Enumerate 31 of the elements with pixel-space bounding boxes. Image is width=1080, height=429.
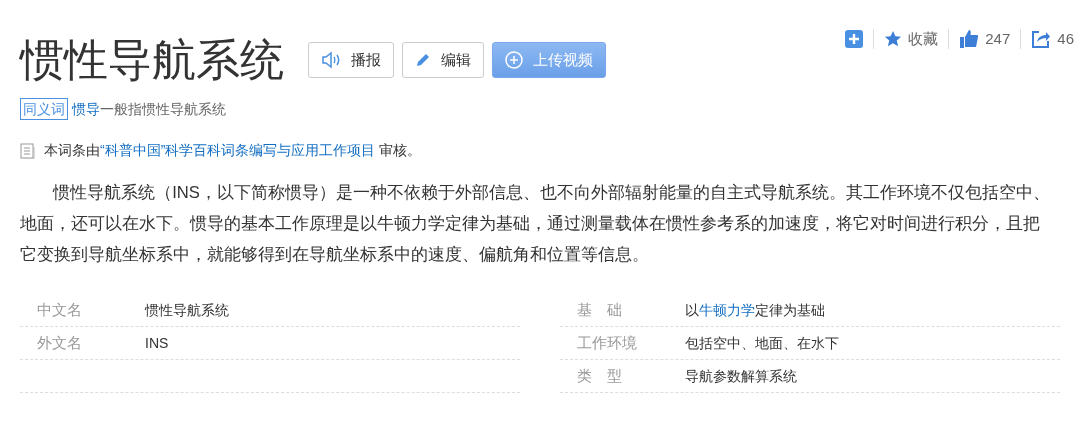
info-value: 以牛顿力学定律为基础 bbox=[685, 300, 825, 320]
info-label: 工作环境 bbox=[576, 332, 638, 353]
add-icon[interactable] bbox=[845, 30, 864, 49]
thumbs-up-icon bbox=[959, 29, 980, 50]
review-note: 本词条由“科普中国”科学百科词条编写与应用工作项目 审核。 bbox=[44, 141, 422, 160]
page-title: 惯性导航系统 bbox=[20, 38, 284, 82]
pencil-icon bbox=[415, 52, 431, 68]
info-label: 类 型 bbox=[576, 365, 623, 386]
synonym-text: 惯导一般指惯性导航系统 bbox=[72, 99, 226, 119]
speaker-icon bbox=[321, 51, 341, 69]
share-icon bbox=[1031, 29, 1052, 50]
plus-circle-icon bbox=[505, 51, 523, 69]
text-link[interactable]: 惯导 bbox=[72, 100, 100, 117]
synonym-tag: 同义词 bbox=[20, 98, 68, 120]
star-icon bbox=[884, 30, 903, 49]
summary-paragraph: 惯性导航系统（INS，以下简称惯导）是一种不依赖于外部信息、也不向外部辐射能量的自主式导航系统。其工作环境不仅包括空中、地面，还可以在水下。惯导的基本工作原理是以牛顿力学定律为基础，通过测量载体在惯性参考系的加速度，将它对时间进行积分，且把它变换到导航坐标系中，就能够得到在导航坐标系中的速度、偏航角和位置等信息。 bbox=[20, 182, 1051, 266]
share-action[interactable]: 46 bbox=[1031, 28, 1074, 51]
info-value: 惯性导航系统 bbox=[145, 300, 229, 320]
star-action[interactable]: 收藏 bbox=[884, 28, 939, 51]
text-link[interactable]: 牛顿力学 bbox=[699, 301, 755, 318]
info-label: 外文名 bbox=[36, 332, 83, 353]
document-icon bbox=[20, 142, 36, 159]
info-label: 基 础 bbox=[576, 299, 623, 320]
broadcast-button[interactable]: 播报 bbox=[308, 42, 394, 78]
edit-button[interactable]: 编辑 bbox=[402, 42, 484, 78]
info-value: 包括空中、地面、在水下 bbox=[685, 333, 839, 353]
info-label: 中文名 bbox=[36, 299, 83, 320]
text-link[interactable]: “科普中国”科学百科词条编写与应用工作项目 bbox=[100, 142, 376, 158]
info-value: INS bbox=[145, 333, 169, 353]
like-action[interactable]: 247 bbox=[959, 28, 1011, 51]
info-value: 导航参数解算系统 bbox=[685, 366, 797, 386]
